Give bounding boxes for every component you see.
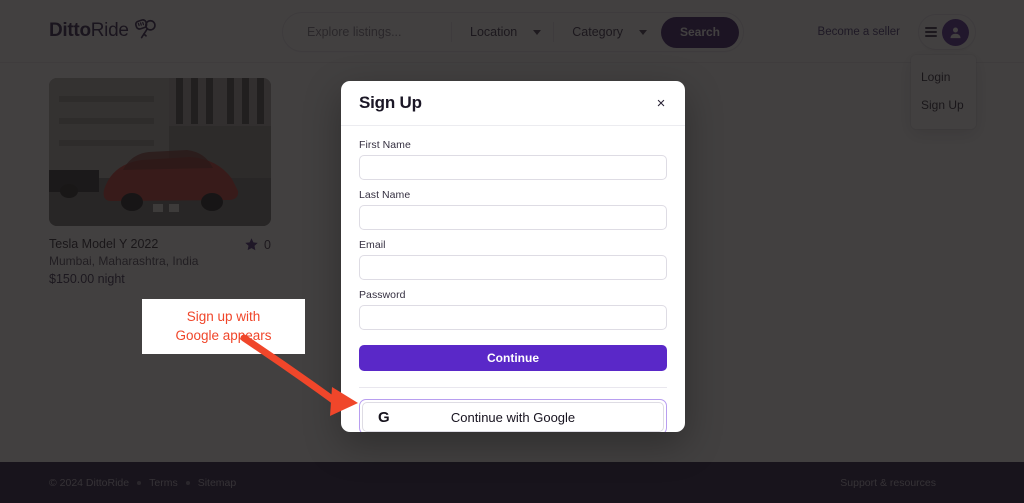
field-last-name: Last Name bbox=[359, 189, 667, 230]
last-name-label: Last Name bbox=[359, 189, 411, 201]
form-divider bbox=[359, 387, 667, 388]
close-icon[interactable]: × bbox=[651, 93, 671, 113]
last-name-input[interactable] bbox=[359, 205, 667, 230]
continue-button[interactable]: Continue bbox=[359, 345, 667, 371]
first-name-input[interactable] bbox=[359, 155, 667, 180]
google-button-label: Continue with Google bbox=[450, 409, 576, 425]
google-icon: G bbox=[378, 408, 390, 426]
continue-with-google-button[interactable]: G Continue with Google bbox=[362, 402, 664, 432]
app-root: DittoRide bbox=[0, 0, 1024, 503]
google-button-highlight: G Continue with Google bbox=[359, 399, 667, 432]
password-input[interactable] bbox=[359, 305, 667, 330]
email-input[interactable] bbox=[359, 255, 667, 280]
modal-header: Sign Up × bbox=[341, 81, 685, 126]
password-label: Password bbox=[359, 289, 406, 301]
signup-modal: Sign Up × First Name Last Name Email Pas… bbox=[341, 81, 685, 432]
field-first-name: First Name bbox=[359, 139, 667, 180]
email-label: Email bbox=[359, 239, 386, 251]
field-password: Password bbox=[359, 289, 667, 330]
first-name-label: First Name bbox=[359, 139, 411, 151]
annotation-line-1: Sign up with bbox=[186, 309, 261, 325]
field-email: Email bbox=[359, 239, 667, 280]
signup-form: First Name Last Name Email Password Cont… bbox=[341, 126, 685, 432]
modal-title: Sign Up bbox=[359, 93, 422, 112]
annotation-callout: Sign up with Google appears bbox=[142, 299, 305, 354]
annotation-line-2: Google appears bbox=[175, 327, 272, 343]
